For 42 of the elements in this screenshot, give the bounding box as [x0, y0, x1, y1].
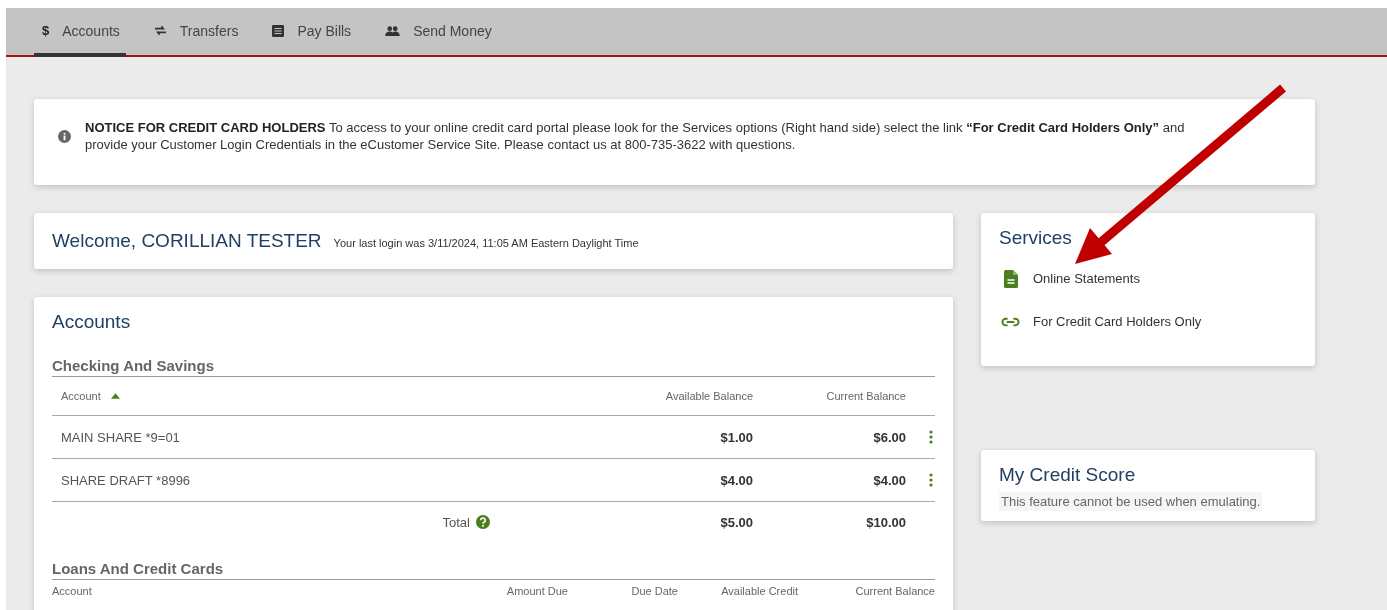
service-link[interactable]: For Credit Card Holders Only — [999, 300, 1202, 343]
kebab-menu-icon[interactable] — [929, 473, 933, 487]
column-header: Current Balance — [825, 390, 906, 402]
kebab-menu-icon[interactable] — [929, 430, 933, 444]
notice-text: NOTICE FOR CREDIT CARD HOLDERS To access to your online credit card portal please look for the Services options (Right hand side) select the link “For Credit Card Holders Only” and provide your Customer Login Credentials in the eCustomer Service Site. Please contact us at 800-735-3622 with questions. — [85, 119, 1186, 153]
people-icon — [385, 25, 401, 36]
total-label: Total — [442, 514, 470, 530]
nav-tab[interactable]: Pay Bills — [266, 8, 358, 57]
total-cell-text: $10.00 — [865, 514, 906, 530]
column-header: Current Balance — [854, 585, 935, 597]
balance-cell-text: $4.00 — [872, 472, 906, 488]
group-heading: Checking And Savings — [52, 357, 935, 377]
welcome-title: Welcome, CORILLIAN TESTER — [52, 230, 322, 252]
column-header: Available Balance — [664, 390, 753, 402]
help-icon — [476, 515, 490, 529]
dollar-icon: $ — [40, 23, 50, 38]
card-title: Services — [999, 227, 1073, 249]
list-icon — [272, 24, 285, 37]
nav-tab[interactable]: $ Accounts — [34, 8, 126, 57]
card-title: My Credit Score — [999, 464, 1137, 486]
column-header: Available Credit — [720, 585, 798, 597]
transfer-icon — [153, 25, 167, 36]
column-header: Amount Due — [505, 585, 568, 597]
column-header: Account — [52, 585, 93, 597]
balance-cell-text: $4.00 — [719, 472, 753, 488]
balance-cell-text: $6.00 — [872, 429, 906, 445]
total-cell-text: $5.00 — [719, 514, 753, 530]
column-header: Due Date — [630, 585, 678, 597]
last-login-text: Your last login was 3/11/2024, 11:05 AM Eastern Daylight Time — [333, 237, 639, 249]
account-name[interactable]: MAIN SHARE *9=01 — [52, 429, 613, 445]
column-header[interactable]: Account — [52, 390, 613, 402]
nav-tab[interactable]: Send Money — [379, 8, 498, 57]
balance-cell-text: $1.00 — [719, 429, 753, 445]
feature-message: This feature cannot be used when emulating. — [999, 492, 1263, 511]
account-name[interactable]: SHARE DRAFT *8996 — [52, 472, 613, 488]
nav-tab[interactable]: Transfers — [147, 8, 245, 57]
section-title: Accounts — [52, 311, 132, 333]
document-icon — [1003, 269, 1018, 288]
info-icon — [58, 129, 71, 143]
link-icon — [1001, 316, 1020, 327]
service-link[interactable]: Online Statements — [999, 257, 1140, 300]
group-heading: Loans And Credit Cards — [52, 560, 935, 580]
